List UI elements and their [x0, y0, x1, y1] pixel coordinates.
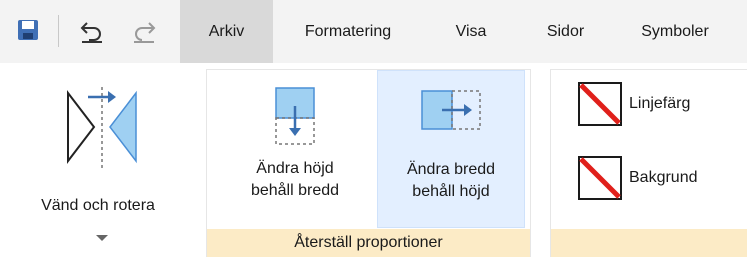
save-button[interactable]: [12, 14, 44, 46]
change-height-label-line1: Ändra höjd: [256, 160, 334, 177]
background-color-icon: [578, 156, 622, 200]
line-color-button[interactable]: Linjefärg: [577, 82, 737, 126]
flip-rotate-button[interactable]: Vänd och rotera: [18, 73, 178, 214]
redo-button[interactable]: [128, 14, 160, 46]
reset-proportions-group: Ändra höjd behåll bredd Ändra bredd behå…: [206, 69, 531, 257]
tab-symboler[interactable]: Symboler: [612, 0, 738, 63]
flip-icon: [67, 87, 137, 169]
change-width-button[interactable]: Ändra bredd behåll höjd: [377, 70, 525, 228]
change-height-label: Ändra höjd behåll bredd: [221, 158, 369, 202]
tab-sidor[interactable]: Sidor: [519, 0, 612, 63]
line-style-footer: [551, 229, 747, 257]
line-color-icon: [578, 82, 622, 126]
tab-visa[interactable]: Visa: [423, 0, 519, 63]
change-height-icon: [275, 87, 315, 145]
tab-arkiv[interactable]: Arkiv: [180, 0, 273, 63]
undo-button[interactable]: [76, 14, 108, 46]
change-width-label-line1: Ändra bredd: [406, 161, 496, 178]
ribbon: Vänd och rotera Ändra höjd behåll bredd: [0, 63, 747, 257]
toolbar-separator: [58, 15, 59, 47]
save-icon: [18, 20, 38, 40]
top-bar: Arkiv Formatering Visa Sidor Symboler: [0, 0, 747, 63]
change-width-icon: [421, 90, 481, 130]
tab-formatering[interactable]: Formatering: [273, 0, 423, 63]
background-color-button[interactable]: Bakgrund: [577, 156, 737, 200]
change-height-label-line2: behåll bredd: [250, 182, 340, 199]
flip-rotate-label: Vänd och rotera: [41, 197, 155, 214]
dropdown-arrow-icon[interactable]: [94, 233, 110, 243]
change-width-label-line2: behåll höjd: [412, 183, 490, 200]
line-style-group: Linjefärg Bakgrund: [550, 69, 747, 257]
background-color-label: Bakgrund: [629, 169, 698, 186]
line-color-label: Linjefärg: [629, 95, 691, 112]
change-width-label: Ändra bredd behåll höjd: [378, 159, 524, 203]
redo-icon: [134, 22, 156, 43]
undo-icon: [80, 22, 102, 43]
change-height-button[interactable]: Ändra höjd behåll bredd: [221, 70, 369, 228]
reset-proportions-footer: Återställ proportioner: [207, 229, 530, 257]
